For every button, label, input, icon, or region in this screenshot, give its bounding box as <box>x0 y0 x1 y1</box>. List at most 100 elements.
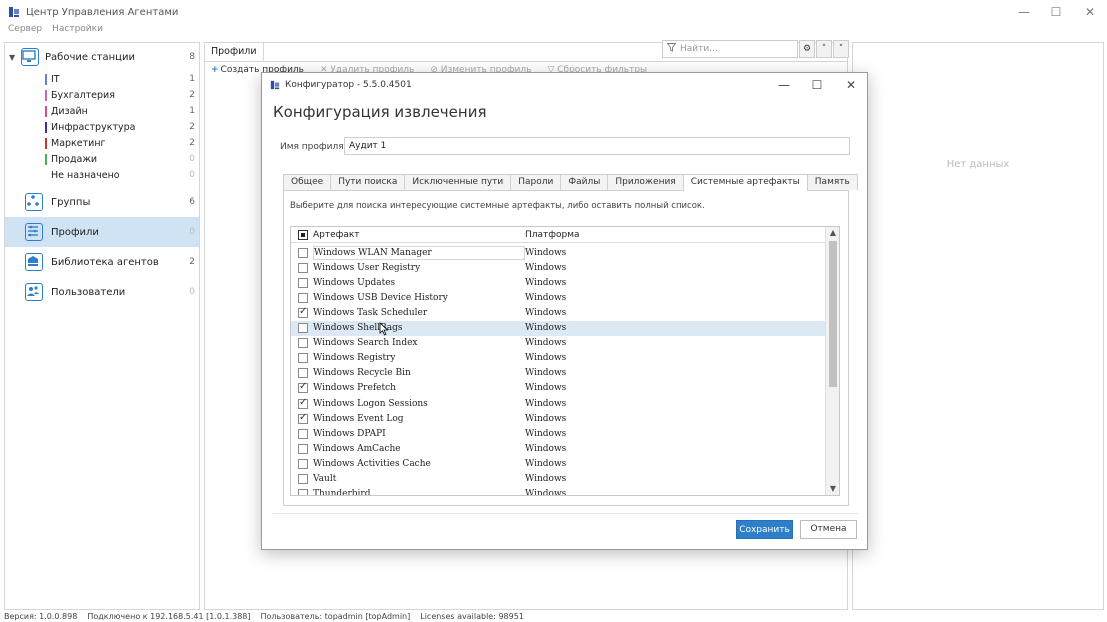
artifact-checkbox[interactable] <box>298 353 308 364</box>
sidebar-item-groups[interactable]: Группы 6 <box>5 187 199 217</box>
artifact-name: Windows WLAN Manager <box>313 245 525 260</box>
tab-profiles[interactable]: Профили <box>205 43 264 61</box>
select-all-checkbox[interactable] <box>298 229 308 240</box>
artifact-checkbox[interactable] <box>298 277 308 288</box>
maximize-button[interactable]: ☐ <box>1041 4 1071 20</box>
table-row[interactable]: Windows Logon Sessions Windows <box>291 396 825 411</box>
artifact-checkbox[interactable] <box>298 381 308 394</box>
column-header-platform[interactable]: Платформа <box>525 230 725 240</box>
table-row[interactable]: Windows ShellBags Windows <box>291 320 825 336</box>
item-count: 8 <box>189 52 195 62</box>
cancel-button[interactable]: Отмена <box>800 520 857 539</box>
tab-memory[interactable]: Память <box>806 174 858 190</box>
sidebar-group-sales[interactable]: Продажи 0 <box>5 151 199 167</box>
save-button[interactable]: Сохранить <box>736 520 793 539</box>
artifact-checkbox[interactable] <box>298 397 308 409</box>
artifact-platform: Windows <box>525 398 567 409</box>
sidebar-group-unassigned[interactable]: Не назначено 0 <box>5 167 199 183</box>
group-label: Маркетинг <box>51 137 106 149</box>
filter-icon <box>666 43 677 55</box>
sidebar-group-design[interactable]: Дизайн 1 <box>5 103 199 119</box>
artifacts-table: Артефакт Платформа Windows WLAN Manager W… <box>290 226 840 496</box>
scroll-up-icon[interactable]: ▲ <box>826 227 839 239</box>
column-header-artifact[interactable]: Артефакт <box>313 230 525 240</box>
profile-name-field[interactable]: Аудит 1 <box>344 137 850 155</box>
artifact-checkbox[interactable] <box>298 338 308 349</box>
sidebar-item-users[interactable]: Пользователи 0 <box>5 277 199 307</box>
artifact-checkbox[interactable] <box>298 262 308 273</box>
sidebar-item-label: Группы <box>51 196 91 208</box>
sidebar-group-accounting[interactable]: Бухгалтерия 2 <box>5 87 199 103</box>
sidebar-item-label: Библиотека агентов <box>51 256 159 268</box>
artifact-checkbox[interactable] <box>298 428 308 439</box>
artifact-name: Windows Task Scheduler <box>313 307 428 318</box>
artifact-platform: Windows <box>525 443 567 454</box>
tab-passwords[interactable]: Пароли <box>510 174 562 190</box>
artifact-checkbox[interactable] <box>298 489 308 495</box>
table-row[interactable]: Windows Task Scheduler Windows <box>291 305 825 320</box>
table-row[interactable]: Windows Updates Windows <box>291 275 825 290</box>
sidebar-group-infrastructure[interactable]: Инфраструктура 2 <box>5 119 199 135</box>
table-row[interactable]: Thunderbird Windows <box>291 487 825 495</box>
table-header: Артефакт Платформа <box>291 227 825 243</box>
artifact-checkbox[interactable] <box>298 474 308 484</box>
dialog-heading: Конфигурация извлечения <box>273 103 487 121</box>
monitor-icon <box>21 48 39 66</box>
table-row[interactable]: Windows AmCache Windows <box>291 441 825 456</box>
tab-files[interactable]: Файлы <box>560 174 609 190</box>
artifact-checkbox[interactable] <box>298 306 308 318</box>
table-row[interactable]: Windows Event Log Windows <box>291 411 825 426</box>
status-bar: Версия: 1.0.0.898 Подключено к 192.168.5… <box>4 612 524 622</box>
dialog-maximize-button[interactable]: ☐ <box>805 77 829 93</box>
artifact-checkbox[interactable] <box>298 247 308 258</box>
menu-item-server[interactable]: Сервер <box>8 24 42 38</box>
table-row[interactable]: Windows Prefetch Windows <box>291 381 825 396</box>
sort-down-button[interactable]: ˅ <box>833 40 849 58</box>
scroll-down-icon[interactable]: ▼ <box>826 483 839 495</box>
table-row[interactable]: Windows Activities Cache Windows <box>291 456 825 471</box>
artifact-checkbox[interactable] <box>298 292 308 303</box>
tab-system-artifacts[interactable]: Системные артефакты <box>682 174 808 191</box>
settings-button[interactable]: ⚙ <box>799 40 815 58</box>
table-row[interactable]: Windows USB Device History Windows <box>291 290 825 305</box>
table-row[interactable]: Windows Registry Windows <box>291 351 825 366</box>
group-color-bar <box>45 170 47 181</box>
sort-up-button[interactable]: ˄ <box>816 40 832 58</box>
vertical-scrollbar[interactable]: ▲ ▼ <box>825 227 839 495</box>
table-row[interactable]: Vault Windows <box>291 472 825 487</box>
table-row[interactable]: Windows Search Index Windows <box>291 336 825 351</box>
group-count: 1 <box>189 106 195 116</box>
sidebar-item-workstations[interactable]: ▼ Рабочие станции 8 <box>5 43 199 71</box>
table-row[interactable]: Windows Recycle Bin Windows <box>291 366 825 381</box>
table-row[interactable]: Windows WLAN Manager Windows <box>291 245 825 260</box>
close-button[interactable]: ✕ <box>1075 4 1105 20</box>
expand-toggle-icon[interactable]: ▼ <box>9 53 21 62</box>
sidebar-item-agent-library[interactable]: Библиотека агентов 2 <box>5 247 199 277</box>
tab-excluded-paths[interactable]: Исключенные пути <box>404 174 512 190</box>
dialog-minimize-button[interactable]: — <box>772 77 796 93</box>
tab-applications[interactable]: Приложения <box>607 174 684 190</box>
plus-icon: + <box>211 65 219 75</box>
minimize-button[interactable]: — <box>1009 4 1039 20</box>
search-input[interactable]: Найти... <box>662 40 798 58</box>
scrollbar-thumb[interactable] <box>829 241 837 387</box>
dialog-close-button[interactable]: ✕ <box>839 77 863 93</box>
artifact-checkbox[interactable] <box>298 443 308 454</box>
table-row[interactable]: Windows User Registry Windows <box>291 260 825 275</box>
sidebar-group-marketing[interactable]: Маркетинг 2 <box>5 135 199 151</box>
dialog-titlebar: Конфигуратор - 5.5.0.4501 — ☐ ✕ <box>262 73 867 97</box>
artifact-checkbox[interactable] <box>298 323 308 333</box>
group-label: Инфраструктура <box>51 121 136 133</box>
tab-search-paths[interactable]: Пути поиска <box>330 174 406 190</box>
artifact-name: Vault <box>313 474 337 484</box>
menu-item-settings[interactable]: Настройки <box>52 24 103 38</box>
artifact-name: Windows Registry <box>313 353 396 364</box>
artifact-checkbox[interactable] <box>298 412 308 424</box>
artifact-platform: Windows <box>525 368 567 379</box>
sidebar-group-it[interactable]: IT 1 <box>5 71 199 87</box>
tab-general[interactable]: Общее <box>283 174 332 190</box>
artifact-checkbox[interactable] <box>298 458 308 469</box>
artifact-checkbox[interactable] <box>298 368 308 379</box>
sidebar-item-profiles[interactable]: Профили 0 <box>5 217 199 247</box>
table-row[interactable]: Windows DPAPI Windows <box>291 426 825 441</box>
